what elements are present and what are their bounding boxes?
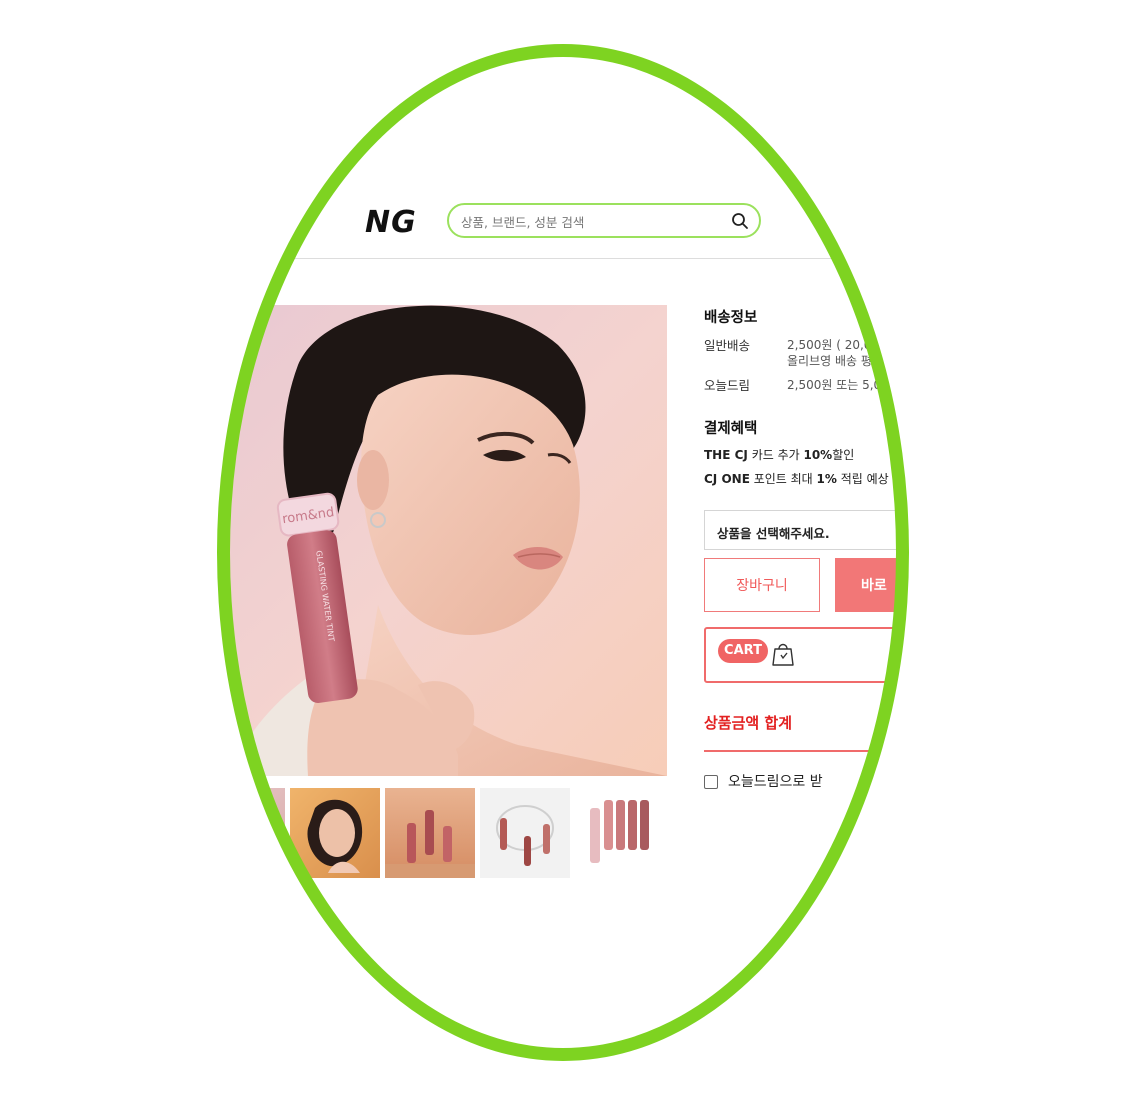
benefits-title: 결제혜택 <box>704 421 758 437</box>
search-icon[interactable] <box>731 212 749 230</box>
total-divider <box>704 750 898 752</box>
thumbnail-4[interactable] <box>480 788 570 878</box>
benefit-point: CJ ONE 포인트 최대 1% 적립 예상 <box>704 472 889 486</box>
benefit-card: THE CJ 카드 추가 10%할인 <box>704 448 855 462</box>
thumbnail-5[interactable] <box>580 788 670 878</box>
today-delivery-label[interactable]: 오늘드림으로 받 <box>728 771 823 791</box>
shipping-row-value-standard: 2,500원 ( 20,000 원 <box>787 338 898 352</box>
product-main-image: rom&nd GLASTING WATER TINT <box>228 305 667 776</box>
search-input[interactable] <box>459 211 723 233</box>
buy-now-button[interactable]: 바로 <box>835 558 898 612</box>
thumbnail-1[interactable] <box>228 788 285 878</box>
shipping-row-value-standard-note: 올리브영 배송 평균 <box>787 354 883 368</box>
total-price-label: 상품금액 합계 <box>704 714 793 732</box>
oval-viewport: NG 상품, 브랜드, 성분 검색 rom&nd GLASTING WATER … <box>228 55 898 1050</box>
thumbnail-strip <box>228 788 698 880</box>
cart-promo-box[interactable]: CART <box>704 627 898 683</box>
shopping-bag-icon <box>772 643 794 666</box>
cart-badge: CART <box>718 639 768 663</box>
shipping-row-label-today: 오늘드림 <box>704 378 751 393</box>
model-illustration: rom&nd GLASTING WATER TINT <box>228 305 667 776</box>
option-select[interactable]: 상품을 선택해주세요. <box>704 510 898 550</box>
add-to-cart-button[interactable]: 장바구니 <box>704 558 820 612</box>
shipping-title: 배송정보 <box>704 310 758 326</box>
header-divider <box>228 258 898 259</box>
search-bar[interactable] <box>447 203 761 238</box>
today-delivery-checkbox[interactable] <box>704 775 718 789</box>
thumbnail-2[interactable] <box>290 788 380 878</box>
thumbnail-3[interactable] <box>385 788 475 878</box>
site-logo[interactable]: NG <box>365 205 417 240</box>
shipping-row-value-today: 2,500원 또는 5,000원 <box>787 378 898 392</box>
shipping-row-label-standard: 일반배송 <box>704 338 751 353</box>
